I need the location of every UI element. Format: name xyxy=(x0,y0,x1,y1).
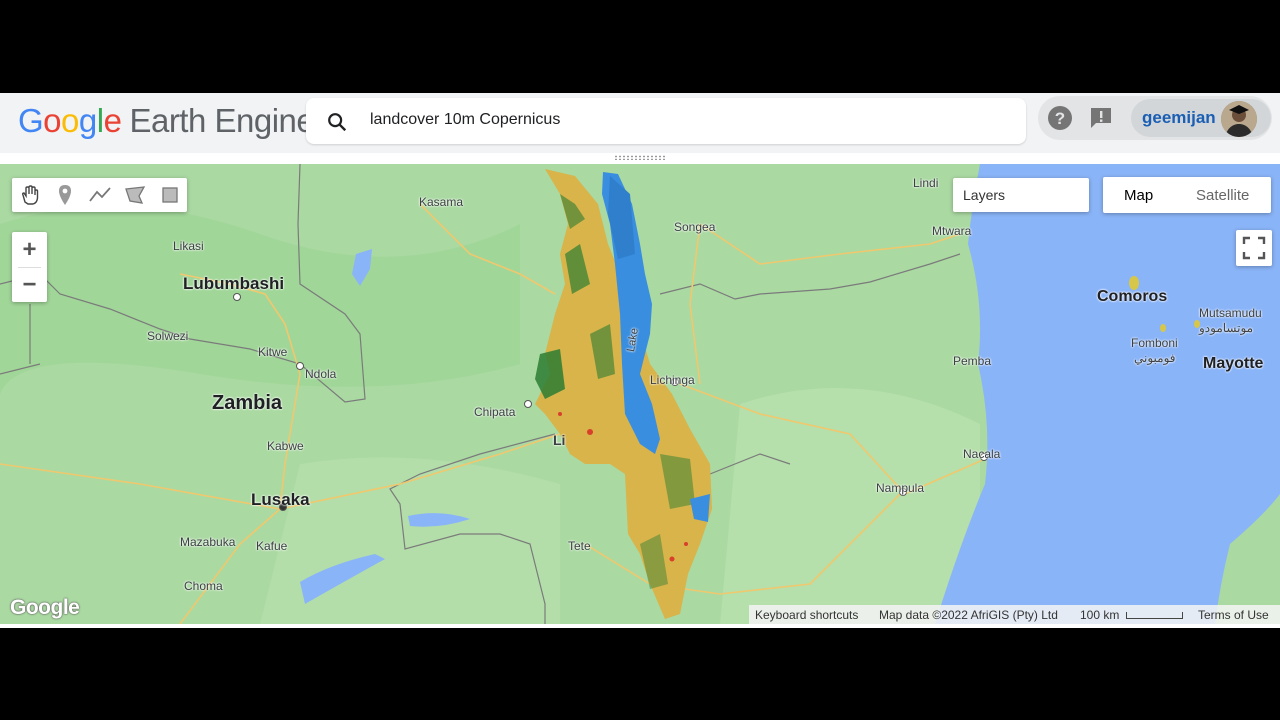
feedback-icon[interactable] xyxy=(1088,105,1114,131)
place-label: Nacala xyxy=(963,447,1001,461)
place-label: Choma xyxy=(184,579,223,593)
splitter-grip[interactable] xyxy=(614,155,666,160)
place-label: Ndola xyxy=(305,367,337,381)
logo-letter: o xyxy=(61,102,79,139)
map-type-map-button[interactable]: Map xyxy=(1124,187,1153,204)
drawing-tools xyxy=(12,178,187,212)
place-label: Kabwe xyxy=(267,439,304,453)
hand-pan-icon[interactable] xyxy=(17,182,43,208)
map-type-control: Map Satellite xyxy=(1103,177,1271,213)
place-label: Comoros xyxy=(1097,288,1168,305)
username: geemijan xyxy=(1142,108,1216,127)
avatar[interactable] xyxy=(1221,101,1257,137)
fullscreen-button[interactable] xyxy=(1236,230,1272,266)
header-bar: Google Earth Engine landcover 10m Coperni… xyxy=(0,93,1280,153)
place-label: Zambia xyxy=(212,392,283,414)
search-bar[interactable]: landcover 10m Copernicus xyxy=(306,98,1026,144)
zoom-out-button[interactable]: − xyxy=(12,267,47,302)
search-input[interactable]: landcover 10m Copernicus xyxy=(370,111,560,129)
place-label: Kitwe xyxy=(258,345,288,359)
place-label: Mutsamudu xyxy=(1199,306,1262,320)
zoom-control: + − xyxy=(12,232,47,302)
layers-button[interactable]: Layers xyxy=(953,178,1089,212)
place-label: Kafue xyxy=(256,539,288,553)
place-label: Tete xyxy=(568,539,591,553)
place-label: فومبوني xyxy=(1134,351,1176,365)
place-label: Songea xyxy=(674,220,716,234)
place-label: Pemba xyxy=(953,354,992,368)
place-dot xyxy=(524,400,532,408)
place-label: Nampula xyxy=(876,481,925,495)
logo-product-name: Earth Engine xyxy=(129,102,315,139)
place-label: موتسامودو xyxy=(1199,321,1254,335)
marker-icon[interactable] xyxy=(52,182,78,208)
scale-label: 100 km xyxy=(1080,608,1120,622)
logo-letter: g xyxy=(78,102,97,139)
place-label: Likasi xyxy=(173,239,204,253)
layers-label: Layers xyxy=(963,187,1006,203)
place-label: Mayotte xyxy=(1203,355,1264,372)
place-label: Fomboni xyxy=(1131,336,1178,350)
panel-splitter[interactable] xyxy=(0,153,1280,164)
svg-text:?: ? xyxy=(1055,109,1065,128)
map-type-satellite-button[interactable]: Satellite xyxy=(1196,187,1249,204)
logo-letter: o xyxy=(43,102,62,139)
google-watermark: Google xyxy=(10,596,80,619)
place-dot xyxy=(233,293,241,301)
earth-engine-logo[interactable]: Google Earth Engine xyxy=(18,101,315,141)
logo-letter: l xyxy=(96,102,104,139)
map-canvas[interactable]: Lindi Kasama Songea Mtwara Likasi Lubumb… xyxy=(0,164,1280,624)
basemap xyxy=(0,164,1280,624)
fullscreen-icon xyxy=(1242,236,1266,260)
place-label: Lusaka xyxy=(251,490,310,509)
place-label: Li xyxy=(553,432,566,448)
help-icon[interactable]: ? xyxy=(1047,105,1073,131)
rectangle-icon[interactable] xyxy=(157,182,183,208)
place-label: Lindi xyxy=(913,176,939,190)
place-label: Kasama xyxy=(419,195,464,209)
place-label: Solwezi xyxy=(147,329,189,343)
polygon-icon[interactable] xyxy=(122,182,148,208)
scale-bar xyxy=(1126,612,1183,619)
earth-engine-app: Google Earth Engine landcover 10m Coperni… xyxy=(0,93,1280,628)
place-label: Lubumbashi xyxy=(183,274,285,293)
keyboard-shortcuts-link[interactable]: Keyboard shortcuts xyxy=(755,608,858,622)
terms-of-use-link[interactable]: Terms of Use xyxy=(1198,608,1269,622)
place-label: Lichinga xyxy=(650,373,695,387)
map-data-attribution: Map data ©2022 AfriGIS (Pty) Ltd xyxy=(879,608,1058,622)
place-dot xyxy=(296,362,304,370)
place-label: Mazabuka xyxy=(180,535,236,549)
place-label: Mtwara xyxy=(932,224,972,238)
logo-letter: G xyxy=(18,102,44,139)
zoom-in-button[interactable]: + xyxy=(12,232,47,267)
logo-letter: e xyxy=(103,102,122,139)
map-attribution: Keyboard shortcuts Map data ©2022 AfriGI… xyxy=(749,605,1280,624)
line-icon[interactable] xyxy=(87,182,113,208)
place-label: Chipata xyxy=(474,405,516,419)
search-icon[interactable] xyxy=(326,111,348,133)
user-account[interactable]: geemijan xyxy=(1131,99,1271,137)
